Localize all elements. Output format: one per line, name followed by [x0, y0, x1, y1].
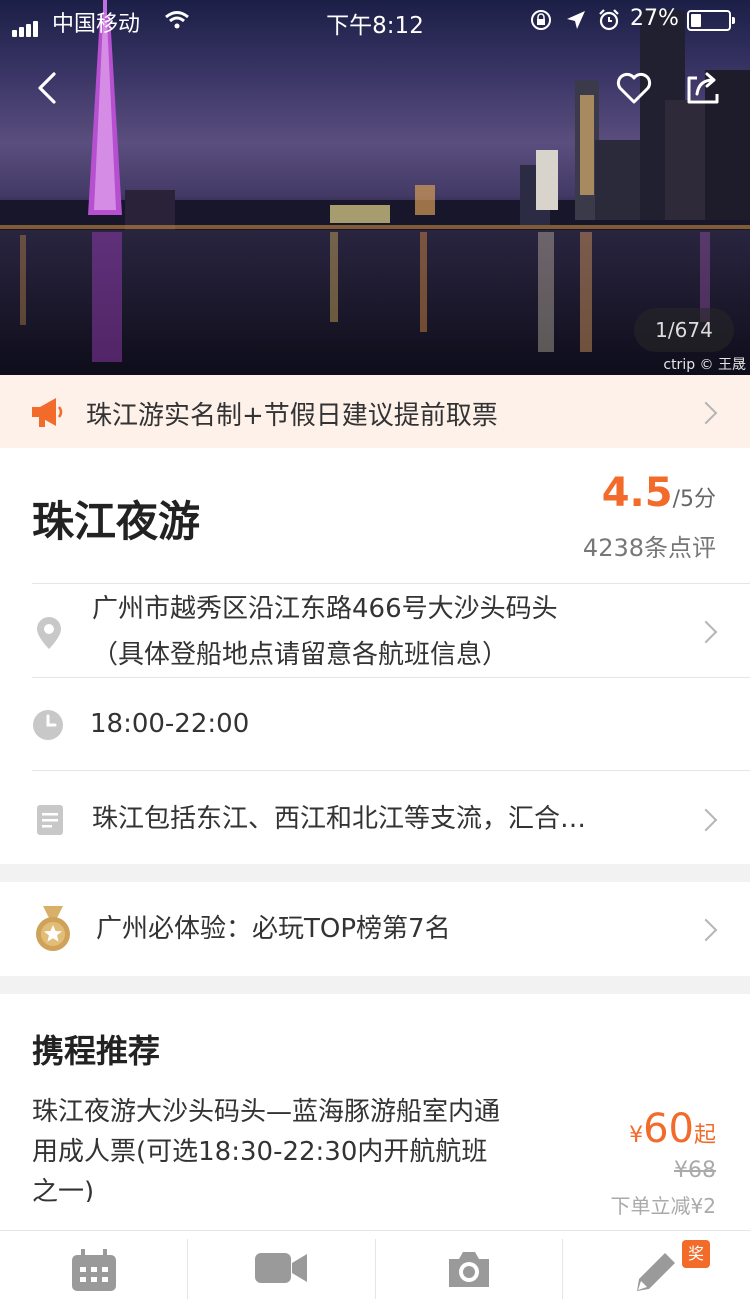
battery-percent: 27% [630, 6, 679, 31]
description-text: 珠江包括东江、西江和北江等支流，汇合… [92, 804, 587, 834]
medal-icon [36, 906, 70, 951]
notice-text: 珠江游实名制+节假日建议提前取票 [86, 401, 498, 431]
location-arrow-icon [567, 11, 585, 29]
price-value: 60 [643, 1106, 694, 1152]
tab-photo[interactable] [375, 1231, 563, 1299]
alarm-icon [599, 9, 619, 31]
notice-banner[interactable]: 珠江游实名制+节假日建议提前取票 [0, 375, 750, 448]
megaphone-icon [32, 398, 63, 427]
ctrip-recommend-section: 携程推荐 珠江夜游大沙头码头—蓝海豚游船室内通用成人票(可选18:30-22:3… [0, 994, 750, 1230]
camera-icon [448, 1252, 489, 1287]
rating-unit: /5分 [672, 487, 716, 512]
chevron-right-icon [694, 808, 718, 832]
tab-write-review[interactable] [563, 1231, 750, 1299]
opening-hours: 18:00-22:00 [90, 709, 250, 739]
divider [32, 770, 750, 771]
video-camera-icon [255, 1253, 308, 1283]
chevron-right-icon [694, 401, 718, 425]
divider [32, 583, 750, 584]
calendar-icon [71, 1249, 116, 1291]
section-title: 携程推荐 [32, 1032, 161, 1070]
attraction-info-card: 珠江夜游 4.5/5分 4238条点评 广州市越秀区沿江东路466号大沙头码头 … [0, 448, 750, 864]
rating-value: 4.5 [601, 470, 673, 516]
price-suffix: 起 [693, 1123, 716, 1148]
battery-icon [687, 10, 735, 31]
status-bar: 中国移动 下午8:12 27% [0, 0, 750, 40]
favorite-heart-icon[interactable] [612, 66, 656, 110]
document-icon [37, 805, 63, 835]
rating[interactable]: 4.5/5分 [602, 470, 716, 516]
chevron-right-icon [694, 918, 718, 942]
tab-calendar[interactable] [0, 1231, 188, 1299]
tab-video[interactable] [188, 1231, 376, 1299]
clock-icon [33, 710, 63, 740]
bottom-toolbar [0, 1230, 750, 1299]
review-count[interactable]: 4238条点评 [583, 528, 716, 563]
promo-text: 下单立减¥2 [610, 1194, 716, 1218]
pencil-icon [637, 1253, 676, 1291]
address-line-1: 广州市越秀区沿江东路466号大沙头码头 [92, 594, 558, 624]
product-name[interactable]: 珠江夜游大沙头码头—蓝海豚游船室内通用成人票(可选18:30-22:30内开航航… [32, 1092, 502, 1202]
address-line-2: （具体登船地点请留意各航班信息） [92, 640, 509, 670]
location-pin-icon [37, 617, 61, 649]
attraction-title: 珠江夜游 [32, 497, 201, 546]
original-price: ¥68 [674, 1158, 716, 1183]
ranking-text: 广州必体验：必玩TOP榜第7名 [96, 914, 451, 944]
hero-photo[interactable]: 中国移动 下午8:12 27% 1/674 ctrip © 王晟 [0, 0, 750, 375]
rotation-lock-icon [531, 10, 551, 30]
reward-badge: 奖 [682, 1240, 710, 1268]
chevron-right-icon [694, 620, 718, 644]
divider [32, 677, 750, 678]
product-price: ¥60起 [629, 1106, 716, 1152]
back-icon[interactable] [26, 66, 70, 110]
currency-symbol: ¥ [629, 1123, 644, 1148]
share-icon[interactable] [681, 66, 725, 110]
photo-credit: ctrip © 王晟 [663, 357, 746, 373]
ranking-row[interactable]: 广州必体验：必玩TOP榜第7名 [0, 882, 750, 976]
photo-counter[interactable]: 1/674 [634, 308, 734, 352]
